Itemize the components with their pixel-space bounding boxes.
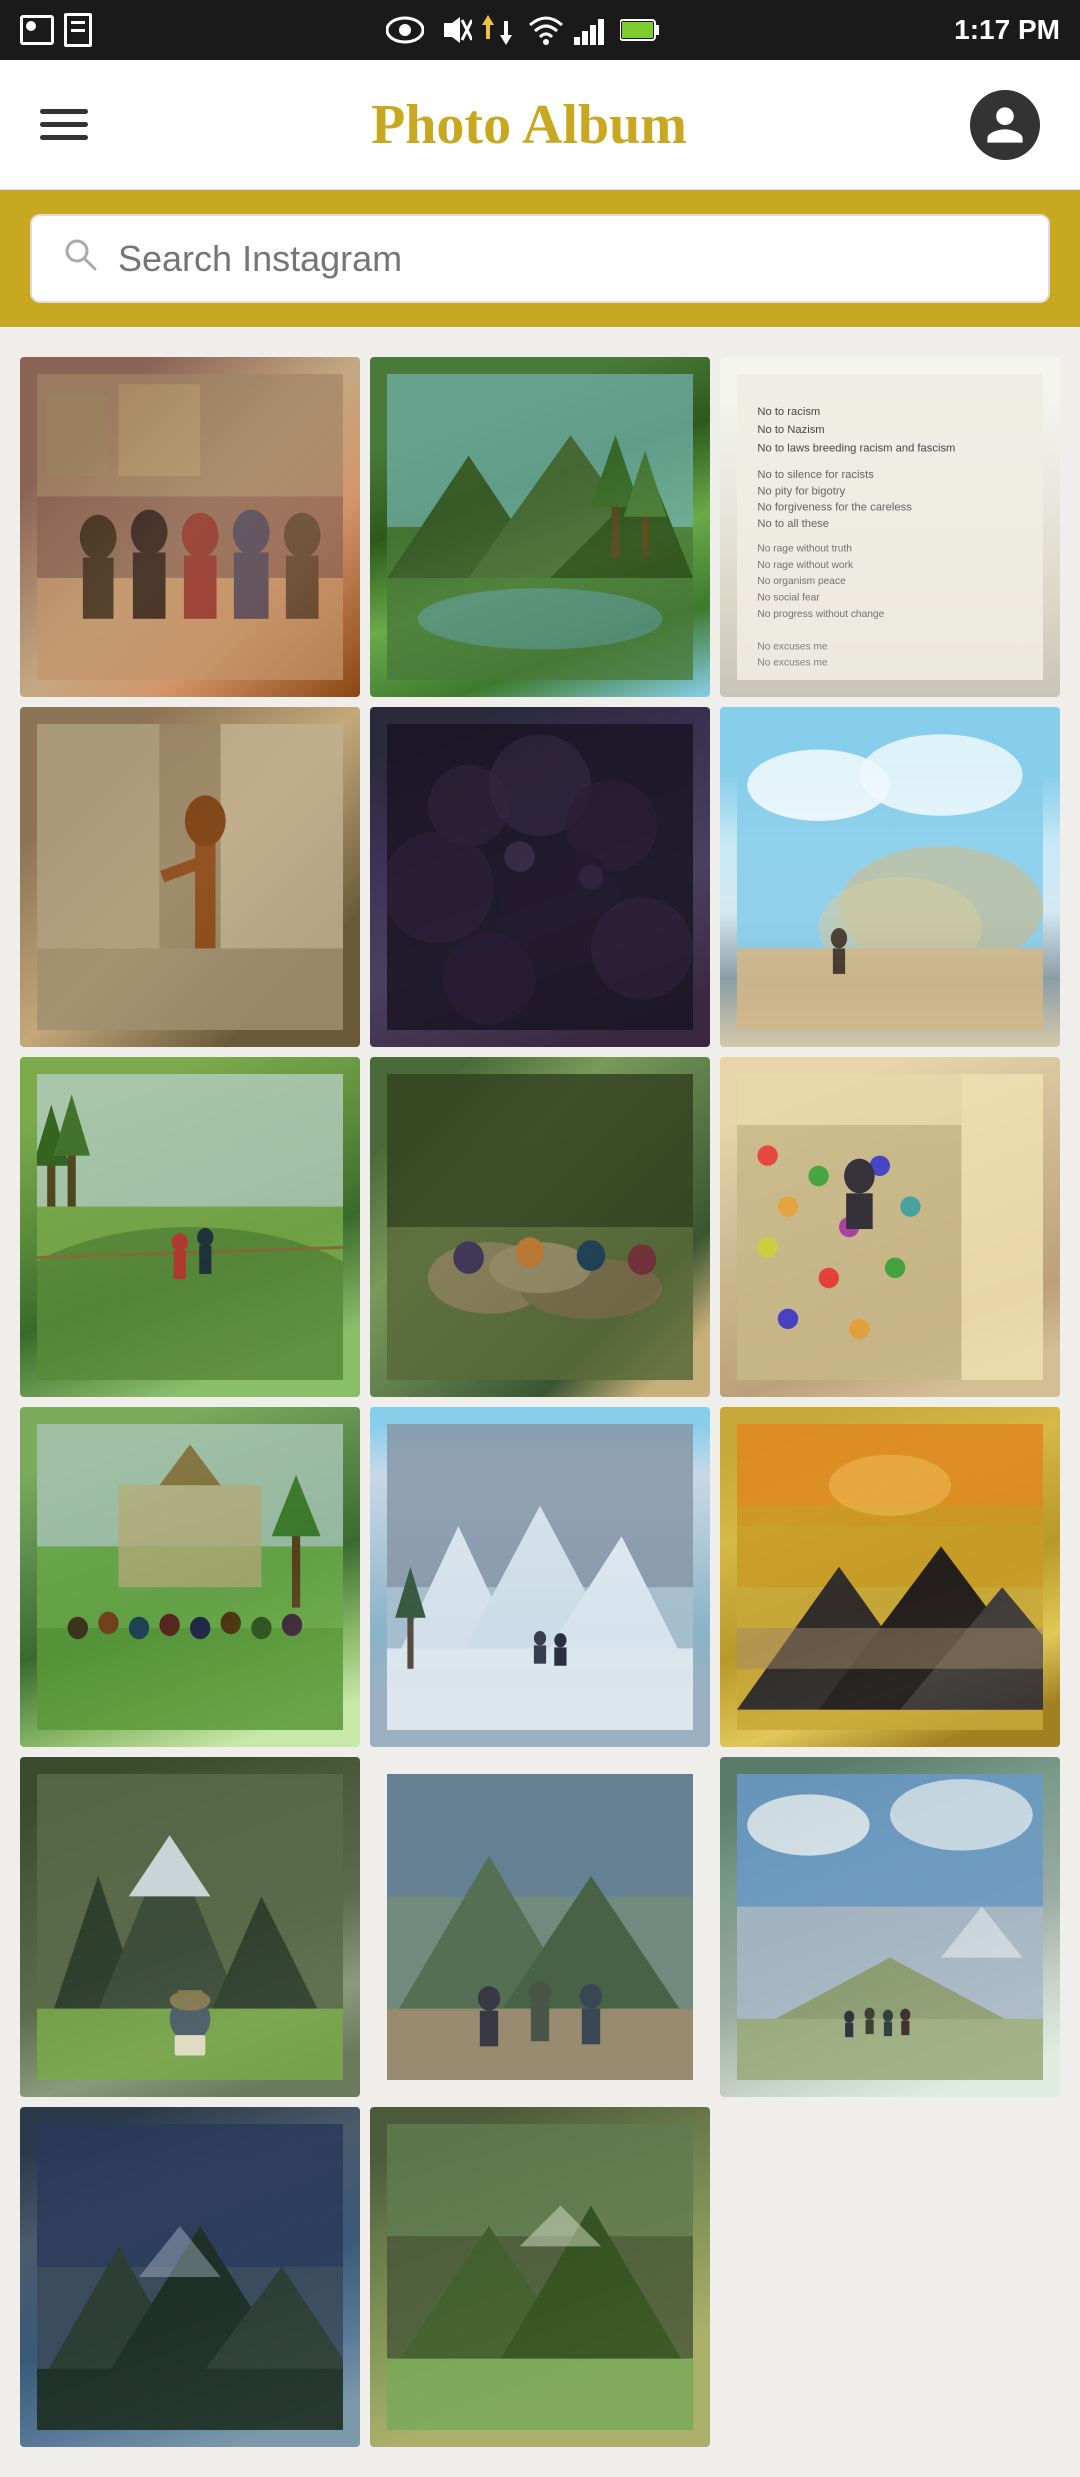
photo-item[interactable]: [720, 707, 1060, 1047]
svg-text:No to racism: No to racism: [757, 406, 820, 418]
status-center-icons: [386, 15, 660, 45]
photo-item[interactable]: [370, 1757, 710, 2097]
svg-text:No rage without work: No rage without work: [757, 560, 854, 571]
photo-item[interactable]: [720, 1057, 1060, 1397]
photo-grid: No to racism No to Nazism No to laws bre…: [0, 327, 1080, 2477]
photo-item[interactable]: [20, 1407, 360, 1747]
svg-text:No progress without change: No progress without change: [757, 609, 884, 620]
photo-item[interactable]: [20, 1757, 360, 2097]
photo-item[interactable]: [20, 2107, 360, 2447]
search-input[interactable]: [118, 238, 1018, 280]
status-left-icons: [20, 13, 92, 47]
download-icon: [482, 15, 518, 45]
photo-image-4: [20, 707, 360, 1047]
photo-item[interactable]: [370, 707, 710, 1047]
photo-image-6: [720, 707, 1060, 1047]
photo-image-5: [370, 707, 710, 1047]
svg-text:No organism peace: No organism peace: [757, 576, 846, 587]
page-title: Photo Album: [371, 93, 687, 157]
photo-image-9: [720, 1057, 1060, 1397]
photo-item[interactable]: [370, 1057, 710, 1397]
menu-button[interactable]: [40, 109, 88, 140]
svg-text:No to silence for racists: No to silence for racists: [757, 469, 874, 481]
status-time: 1:17 PM: [954, 14, 1060, 46]
eye-icon: [386, 15, 424, 45]
svg-text:No to laws breeding racism and: No to laws breeding racism and fascism: [757, 443, 955, 455]
search-icon: [62, 236, 98, 281]
photo-image-13: [20, 1757, 360, 2097]
photo-image-1: [20, 357, 360, 697]
svg-text:No to all these: No to all these: [757, 518, 829, 530]
photo-item[interactable]: [370, 357, 710, 697]
search-section: [0, 190, 1080, 327]
mute-icon: [434, 15, 472, 45]
photo-image-17: [370, 2107, 710, 2447]
picture-icon: [20, 15, 54, 45]
svg-text:No rage without truth: No rage without truth: [757, 543, 852, 554]
photo-image-8: [370, 1057, 710, 1397]
app-header: Photo Album: [0, 60, 1080, 190]
signal-icon: [574, 15, 610, 45]
photo-item[interactable]: [20, 707, 360, 1047]
photo-image-14: [370, 1757, 710, 2097]
svg-text:No social fear: No social fear: [757, 592, 820, 603]
photo-image-10: [20, 1407, 360, 1747]
photo-image-2: [370, 357, 710, 697]
photo-item[interactable]: No to racism No to Nazism No to laws bre…: [720, 357, 1060, 697]
svg-text:No pity for bigotry: No pity for bigotry: [757, 485, 845, 497]
photo-item[interactable]: [20, 1057, 360, 1397]
photo-image-15: [720, 1757, 1060, 2097]
battery-icon: [620, 18, 660, 42]
photo-item[interactable]: [370, 1407, 710, 1747]
status-bar: 1:17 PM: [0, 0, 1080, 60]
svg-text:No excuses me: No excuses me: [757, 658, 828, 669]
photo-item[interactable]: [370, 2107, 710, 2447]
photo-item[interactable]: [720, 1407, 1060, 1747]
photo-image-16: [20, 2107, 360, 2447]
photo-image-11: [370, 1407, 710, 1747]
svg-text:No excuses me: No excuses me: [757, 641, 828, 652]
user-icon: [983, 103, 1027, 147]
svg-text:No to Nazism: No to Nazism: [757, 424, 824, 436]
photo-image-3: No to racism No to Nazism No to laws bre…: [720, 357, 1060, 697]
photo-item[interactable]: [20, 357, 360, 697]
photo-item[interactable]: [720, 1757, 1060, 2097]
photo-image-7: [20, 1057, 360, 1397]
profile-button[interactable]: [970, 90, 1040, 160]
search-bar: [30, 214, 1050, 303]
photo-image-12: [720, 1407, 1060, 1747]
time-display: 1:17 PM: [954, 14, 1060, 46]
document-icon: [64, 13, 92, 47]
wifi-icon: [528, 15, 564, 45]
svg-text:No forgiveness for the careles: No forgiveness for the careless: [757, 502, 912, 514]
